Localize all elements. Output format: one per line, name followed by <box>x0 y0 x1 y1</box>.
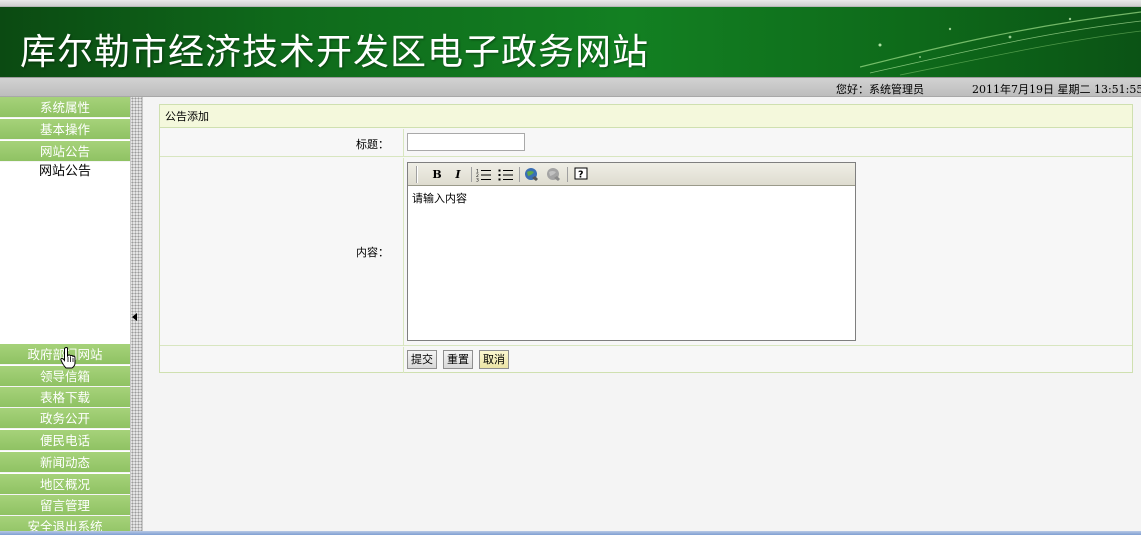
button-label-cell <box>160 347 404 373</box>
rich-text-editor[interactable]: B I 1 2 3 ? 请输入内容 <box>407 162 856 341</box>
ordered-list-icon[interactable]: 1 2 3 <box>475 166 493 184</box>
title-row: 标题： <box>160 129 1132 157</box>
sidebar-item-region-overview[interactable]: 地区概况 <box>0 474 130 495</box>
hand-cursor-icon <box>60 347 76 369</box>
title-label-cell: 标题： <box>160 129 404 156</box>
app-window: 库尔勒市经济技术开发区电子政务网站 您好：系统管理员 2011年7月19日 星期… <box>0 0 1141 535</box>
sidebar-item-announcements[interactable]: 网站公告 <box>0 141 130 162</box>
cancel-button[interactable]: 取消 <box>479 350 509 369</box>
toolbar-separator <box>471 167 472 182</box>
sidebar-item-form-download[interactable]: 表格下载 <box>0 387 130 408</box>
sidebar-item-news[interactable]: 新闻动态 <box>0 452 130 473</box>
content-label: 内容： <box>356 246 389 259</box>
editor-content[interactable]: 请输入内容 <box>412 190 467 206</box>
status-bar: 您好：系统管理员 2011年7月19日 星期二 13:51:55 <box>0 77 1141 97</box>
title-input[interactable] <box>407 133 525 151</box>
sidebar-item-message-management[interactable]: 留言管理 <box>0 495 130 516</box>
unlink-icon[interactable] <box>545 166 563 183</box>
sidebar-item-system-properties[interactable]: 系统属性 <box>0 97 130 118</box>
site-title: 库尔勒市经济技术开发区电子政务网站 <box>20 32 650 73</box>
svg-text:3: 3 <box>476 178 479 183</box>
current-user: 您好：系统管理员 <box>836 83 924 96</box>
browser-top-strip <box>0 0 1141 7</box>
link-icon[interactable] <box>523 166 541 183</box>
italic-button[interactable]: I <box>449 166 467 183</box>
content-label-cell: 内容： <box>160 158 404 345</box>
sidebar-item-government-affairs[interactable]: 政务公开 <box>0 408 130 429</box>
button-row: 提交 重置 取消 <box>160 347 1132 373</box>
submenu-item-announcements[interactable]: 网站公告 <box>0 161 130 182</box>
submit-button[interactable]: 提交 <box>407 350 437 369</box>
title-label: 标题： <box>356 138 389 151</box>
sidebar-item-leader-mailbox[interactable]: 领导信箱 <box>0 366 130 387</box>
site-banner: 库尔勒市经济技术开发区电子政务网站 <box>0 7 1141 77</box>
sidebar-nav: 系统属性 基本操作 网站公告 网站公告 政府部门网站 领导信箱 表格下载 政务公… <box>0 97 130 535</box>
toolbar-separator <box>567 167 568 182</box>
toolbar-grip <box>416 166 418 183</box>
announcement-add-panel: 公告添加 标题： 内容： B I 1 2 3 ? 请输入内容 提交 重置 取消 <box>159 104 1133 373</box>
banner-decoration <box>860 11 1141 76</box>
editor-toolbar: B I 1 2 3 ? <box>408 163 855 186</box>
help-glyph: ? <box>578 170 584 181</box>
reset-button[interactable]: 重置 <box>443 350 473 369</box>
toolbar-separator <box>519 167 520 182</box>
content-row: 内容： B I 1 2 3 ? 请输入内容 <box>160 158 1132 346</box>
bold-button[interactable]: B <box>428 166 446 183</box>
current-datetime: 2011年7月19日 星期二 13:51:55 <box>972 83 1141 96</box>
panel-title: 公告添加 <box>160 105 1132 128</box>
sidebar-item-basic-operations[interactable]: 基本操作 <box>0 119 130 140</box>
collapse-arrow-icon[interactable] <box>132 313 137 321</box>
unordered-list-icon[interactable] <box>497 166 515 183</box>
sidebar-item-public-phone[interactable]: 便民电话 <box>0 430 130 451</box>
help-icon[interactable]: ? <box>572 166 590 183</box>
taskbar-edge <box>0 531 1141 535</box>
